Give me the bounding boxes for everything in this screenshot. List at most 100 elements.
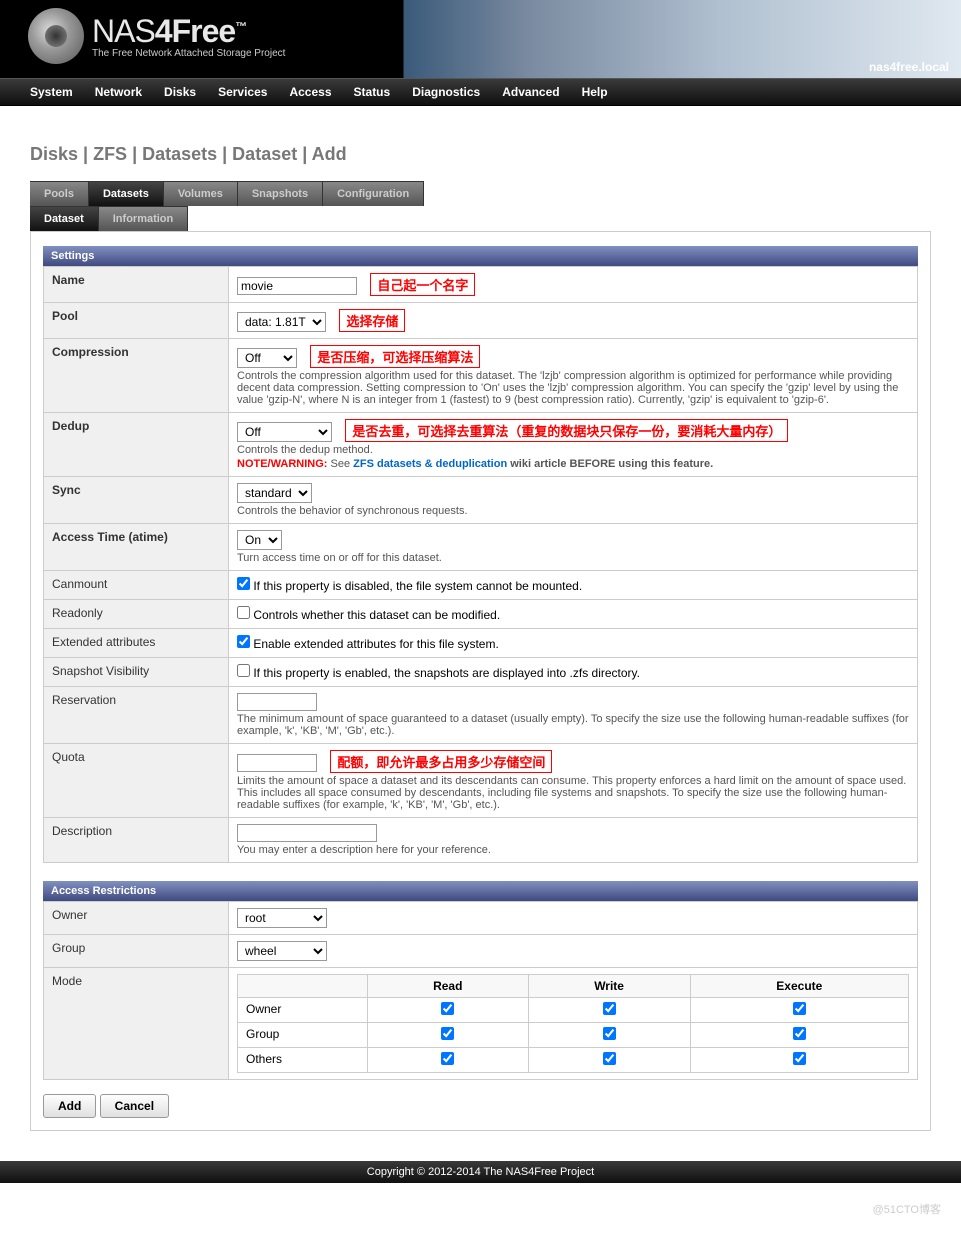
mode-owner-execute[interactable] [793, 1002, 806, 1015]
mode-table: Read Write Execute Owner Group [237, 974, 909, 1073]
label-owner: Owner [44, 902, 229, 935]
logo-tagline: The Free Network Attached Storage Projec… [92, 48, 285, 59]
form-panel: Settings Name 自己起一个名字 Pool data: 1.81T 选… [30, 231, 931, 1131]
quota-input[interactable] [237, 754, 317, 772]
mode-owner-write[interactable] [603, 1002, 616, 1015]
label-xattr: Extended attributes [44, 629, 229, 658]
reservation-input[interactable] [237, 693, 317, 711]
help-description: You may enter a description here for you… [237, 844, 909, 856]
access-table: Owner root Group wheel Mode Read Write E… [43, 901, 918, 1080]
owner-select[interactable]: root [237, 908, 327, 928]
label-snapvis: Snapshot Visibility [44, 658, 229, 687]
annotation-compression: 是否压缩，可选择压缩算法 [310, 345, 480, 368]
annotation-quota: 配额，即允许最多占用多少存储空间 [330, 750, 552, 773]
cancel-button[interactable]: Cancel [100, 1094, 169, 1118]
name-input[interactable] [237, 277, 357, 295]
mode-row-group: Group [238, 1023, 368, 1048]
label-sync: Sync [44, 477, 229, 524]
annotation-name: 自己起一个名字 [370, 273, 475, 296]
tab-datasets[interactable]: Datasets [89, 181, 164, 206]
nav-help[interactable]: Help [582, 85, 608, 99]
nav-access[interactable]: Access [289, 85, 331, 99]
mode-others-read[interactable] [441, 1052, 454, 1065]
sync-select[interactable]: standard [237, 483, 312, 503]
mode-group-write[interactable] [603, 1027, 616, 1040]
nav-diagnostics[interactable]: Diagnostics [412, 85, 480, 99]
label-mode: Mode [44, 968, 229, 1080]
tab-configuration[interactable]: Configuration [323, 181, 424, 206]
footer: Copyright © 2012-2014 The NAS4Free Proje… [0, 1161, 961, 1183]
top-nav: System Network Disks Services Access Sta… [0, 78, 961, 106]
description-input[interactable] [237, 824, 377, 842]
subtab-information[interactable]: Information [99, 206, 189, 231]
help-canmount: If this property is disabled, the file s… [253, 579, 582, 593]
logo-icon [28, 8, 84, 64]
help-quota: Limits the amount of space a dataset and… [237, 775, 909, 811]
help-dedup: Controls the dedup method. [237, 444, 909, 456]
buttons-row: Add Cancel [43, 1094, 918, 1118]
add-button[interactable]: Add [43, 1094, 96, 1118]
help-atime: Turn access time on or off for this data… [237, 552, 909, 564]
dedup-warning-prefix: NOTE/WARNING: [237, 458, 327, 470]
nav-advanced[interactable]: Advanced [502, 85, 559, 99]
hostname: nas4free.local [869, 60, 949, 74]
label-canmount: Canmount [44, 571, 229, 600]
watermark: @51CTO博客 [873, 1201, 941, 1217]
label-description: Description [44, 818, 229, 863]
tab-volumes[interactable]: Volumes [164, 181, 238, 206]
atime-select[interactable]: On [237, 530, 282, 550]
group-select[interactable]: wheel [237, 941, 327, 961]
dedup-select[interactable]: Off [237, 422, 332, 442]
mode-others-execute[interactable] [793, 1052, 806, 1065]
settings-table: Name 自己起一个名字 Pool data: 1.81T 选择存储 Compr… [43, 266, 918, 863]
mode-others-write[interactable] [603, 1052, 616, 1065]
label-compression: Compression [44, 339, 229, 413]
mode-row-owner: Owner [238, 998, 368, 1023]
nav-disks[interactable]: Disks [164, 85, 196, 99]
header-banner: NAS4Free™ The Free Network Attached Stor… [0, 0, 961, 78]
breadcrumb: Disks | ZFS | Datasets | Dataset | Add [30, 144, 931, 165]
help-snapvis: If this property is enabled, the snapsho… [253, 666, 640, 680]
label-atime: Access Time (atime) [44, 524, 229, 571]
tab-pools[interactable]: Pools [30, 181, 89, 206]
tabs-secondary: Dataset Information [30, 206, 931, 231]
dedup-wiki-link[interactable]: ZFS datasets & deduplication [353, 458, 507, 470]
label-quota: Quota [44, 744, 229, 818]
compression-select[interactable]: Off [237, 348, 297, 368]
mode-col-execute: Execute [690, 975, 908, 998]
nav-services[interactable]: Services [218, 85, 267, 99]
mode-group-read[interactable] [441, 1027, 454, 1040]
tab-snapshots[interactable]: Snapshots [238, 181, 323, 206]
label-dedup: Dedup [44, 413, 229, 477]
pool-select[interactable]: data: 1.81T [237, 312, 326, 332]
snapvis-checkbox[interactable] [237, 664, 250, 677]
nav-network[interactable]: Network [95, 85, 142, 99]
label-readonly: Readonly [44, 600, 229, 629]
mode-col-write: Write [528, 975, 690, 998]
label-pool: Pool [44, 303, 229, 339]
mode-owner-read[interactable] [441, 1002, 454, 1015]
annotation-pool: 选择存储 [339, 309, 405, 332]
mode-group-execute[interactable] [793, 1027, 806, 1040]
logo-text: NAS4Free™ [92, 13, 285, 50]
section-access-header: Access Restrictions [43, 881, 918, 901]
logo-area: NAS4Free™ The Free Network Attached Stor… [0, 0, 961, 64]
label-name: Name [44, 267, 229, 303]
mode-row-others: Others [238, 1048, 368, 1073]
help-sync: Controls the behavior of synchronous req… [237, 505, 909, 517]
xattr-checkbox[interactable] [237, 635, 250, 648]
content-area: Disks | ZFS | Datasets | Dataset | Add P… [0, 106, 961, 1151]
nav-status[interactable]: Status [354, 85, 391, 99]
subtab-dataset[interactable]: Dataset [30, 206, 99, 231]
help-compression: Controls the compression algorithm used … [237, 370, 909, 406]
mode-col-read: Read [368, 975, 529, 998]
help-readonly: Controls whether this dataset can be mod… [253, 608, 500, 622]
nav-system[interactable]: System [30, 85, 73, 99]
label-reservation: Reservation [44, 687, 229, 744]
canmount-checkbox[interactable] [237, 577, 250, 590]
readonly-checkbox[interactable] [237, 606, 250, 619]
annotation-dedup: 是否去重，可选择去重算法（重复的数据块只保存一份，要消耗大量内存） [345, 419, 788, 442]
label-group: Group [44, 935, 229, 968]
tabs-primary: Pools Datasets Volumes Snapshots Configu… [30, 181, 931, 206]
help-xattr: Enable extended attributes for this file… [253, 637, 498, 651]
